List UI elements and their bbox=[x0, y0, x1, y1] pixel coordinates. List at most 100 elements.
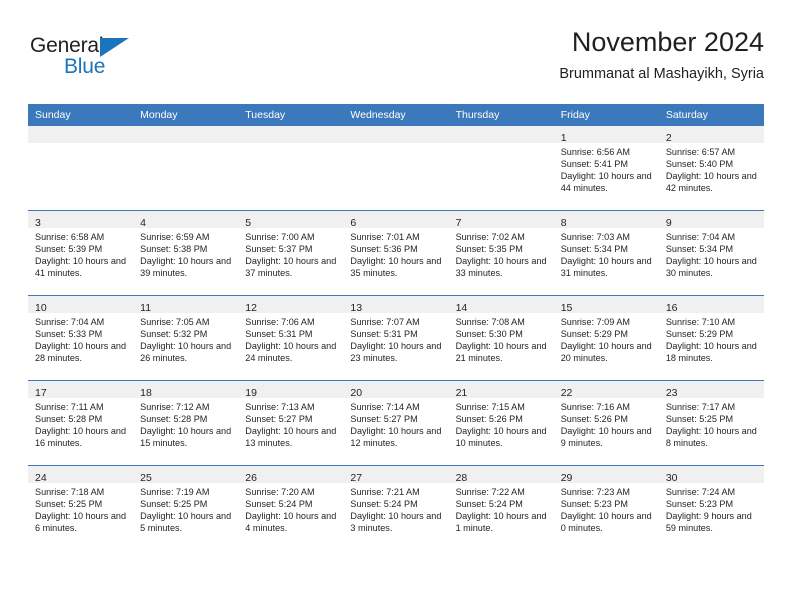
sunrise-text: Sunrise: 7:05 AM bbox=[140, 317, 210, 327]
day-details: Sunrise: 7:04 AM Sunset: 5:33 PM Daylight:… bbox=[28, 313, 133, 364]
day-number-band: 8 bbox=[553, 211, 659, 229]
calendar-day-cell[interactable]: 27 Sunrise: 7:21 AM Sunset: 5:24 PM Dayligh… bbox=[343, 465, 449, 550]
sunset-text: Sunset: 5:25 PM bbox=[665, 414, 734, 425]
day-details: Sunrise: 7:10 AM Sunset: 5:29 PM Daylight:… bbox=[659, 313, 764, 364]
daylight-text: Daylight: 10 hours and 31 minutes. bbox=[560, 256, 652, 279]
calendar-day-cell[interactable]: 1 Sunrise: 6:56 AM Sunset: 5:41 PM Daylight… bbox=[553, 126, 659, 211]
day-number-band: 24 bbox=[28, 466, 134, 484]
calendar-day-cell[interactable]: 12 Sunrise: 7:06 AM Sunset: 5:31 PM Dayligh… bbox=[238, 295, 344, 381]
calendar-day-cell[interactable]: 28 Sunrise: 7:22 AM Sunset: 5:24 PM Dayligh… bbox=[448, 465, 554, 550]
day-details: Sunrise: 7:07 AM Sunset: 5:31 PM Daylight:… bbox=[343, 313, 448, 364]
daylight-text: Daylight: 10 hours and 21 minutes. bbox=[455, 341, 547, 364]
day-number-band: 28 bbox=[448, 466, 554, 484]
calendar-week-row: 3 Sunrise: 6:58 AM Sunset: 5:39 PM Daylight… bbox=[28, 210, 764, 296]
day-number: 30 bbox=[665, 472, 678, 484]
daylight-text: Daylight: 10 hours and 44 minutes. bbox=[560, 171, 652, 194]
day-number-band: 26 bbox=[238, 466, 344, 484]
day-number-band: 13 bbox=[343, 296, 449, 314]
day-details: Sunrise: 7:03 AM Sunset: 5:34 PM Daylight:… bbox=[554, 228, 659, 279]
day-number-band bbox=[238, 126, 344, 143]
calendar-day-cell[interactable]: 6 Sunrise: 7:01 AM Sunset: 5:36 PM Daylight… bbox=[343, 210, 449, 296]
day-details: Sunrise: 7:17 AM Sunset: 5:25 PM Daylight:… bbox=[659, 398, 764, 449]
sunrise-text: Sunrise: 7:11 AM bbox=[35, 402, 104, 412]
calendar-day-cell[interactable]: 25 Sunrise: 7:19 AM Sunset: 5:25 PM Dayligh… bbox=[133, 465, 239, 550]
calendar-day-cell[interactable]: 26 Sunrise: 7:20 AM Sunset: 5:24 PM Dayligh… bbox=[238, 465, 344, 550]
weekday-header-saturday: Saturday bbox=[658, 104, 764, 126]
day-number: 25 bbox=[140, 472, 152, 484]
calendar-day-cell[interactable]: 20 Sunrise: 7:14 AM Sunset: 5:27 PM Dayligh… bbox=[343, 380, 449, 466]
calendar-day-cell[interactable]: 2 Sunrise: 6:57 AM Sunset: 5:40 PM Daylight… bbox=[658, 126, 764, 211]
sunrise-text: Sunrise: 7:24 AM bbox=[665, 487, 736, 497]
day-number: 23 bbox=[665, 387, 678, 399]
sunset-text: Sunset: 5:24 PM bbox=[350, 499, 418, 510]
weekday-header-monday: Monday bbox=[133, 104, 239, 126]
calendar-day-cell[interactable]: 29 Sunrise: 7:23 AM Sunset: 5:23 PM Dayligh… bbox=[553, 465, 659, 550]
day-details: Sunrise: 7:08 AM Sunset: 5:30 PM Daylight:… bbox=[449, 313, 554, 364]
sunrise-text: Sunrise: 7:00 AM bbox=[245, 232, 315, 242]
day-number: 21 bbox=[455, 387, 468, 399]
day-number-band bbox=[28, 126, 134, 143]
sunrise-text: Sunrise: 6:57 AM bbox=[665, 147, 736, 157]
general-blue-logo[interactable]: General Blue bbox=[30, 34, 180, 84]
calendar-day-cell[interactable]: 24 Sunrise: 7:18 AM Sunset: 5:25 PM Dayligh… bbox=[28, 465, 134, 550]
calendar-day-cell[interactable]: 22 Sunrise: 7:16 AM Sunset: 5:26 PM Dayligh… bbox=[553, 380, 659, 466]
calendar-day-cell-empty bbox=[448, 126, 554, 211]
calendar-day-cell[interactable]: 13 Sunrise: 7:07 AM Sunset: 5:31 PM Dayligh… bbox=[343, 295, 449, 381]
day-number: 17 bbox=[35, 387, 47, 399]
day-number: 6 bbox=[350, 217, 357, 229]
day-details: Sunrise: 7:24 AM Sunset: 5:23 PM Daylight:… bbox=[659, 483, 764, 534]
calendar-day-cell[interactable]: 16 Sunrise: 7:10 AM Sunset: 5:29 PM Dayligh… bbox=[658, 295, 764, 381]
day-number-band: 9 bbox=[658, 211, 764, 229]
calendar-body: 1 Sunrise: 6:56 AM Sunset: 5:41 PM Daylight… bbox=[28, 126, 764, 550]
day-number: 5 bbox=[245, 217, 252, 229]
sunrise-text: Sunrise: 7:13 AM bbox=[245, 402, 315, 412]
day-details: Sunrise: 7:01 AM Sunset: 5:36 PM Daylight:… bbox=[343, 228, 448, 279]
calendar-week-row: 1 Sunrise: 6:56 AM Sunset: 5:41 PM Daylight… bbox=[28, 126, 764, 211]
sunrise-text: Sunrise: 6:56 AM bbox=[560, 147, 630, 157]
day-details: Sunrise: 7:21 AM Sunset: 5:24 PM Daylight:… bbox=[343, 483, 448, 534]
calendar-day-cell[interactable]: 4 Sunrise: 6:59 AM Sunset: 5:38 PM Daylight… bbox=[133, 210, 239, 296]
sunrise-text: Sunrise: 7:15 AM bbox=[455, 402, 525, 412]
calendar-day-cell[interactable]: 19 Sunrise: 7:13 AM Sunset: 5:27 PM Dayligh… bbox=[238, 380, 344, 466]
calendar-day-cell[interactable]: 7 Sunrise: 7:02 AM Sunset: 5:35 PM Daylight… bbox=[448, 210, 554, 296]
calendar-day-cell[interactable]: 5 Sunrise: 7:00 AM Sunset: 5:37 PM Daylight… bbox=[238, 210, 344, 296]
day-number-band: 25 bbox=[133, 466, 239, 484]
day-number-band: 29 bbox=[553, 466, 659, 484]
calendar-day-cell[interactable]: 18 Sunrise: 7:12 AM Sunset: 5:28 PM Dayligh… bbox=[133, 380, 239, 466]
calendar-day-cell[interactable]: 30 Sunrise: 7:24 AM Sunset: 5:23 PM Dayligh… bbox=[658, 465, 764, 550]
sunset-text: Sunset: 5:29 PM bbox=[560, 329, 628, 340]
calendar-week-row: 24 Sunrise: 7:18 AM Sunset: 5:25 PM Dayligh… bbox=[28, 465, 764, 550]
sunrise-text: Sunrise: 7:22 AM bbox=[455, 487, 525, 497]
sunset-text: Sunset: 5:36 PM bbox=[350, 244, 418, 255]
daylight-text: Daylight: 10 hours and 16 minutes. bbox=[35, 426, 126, 449]
day-number: 9 bbox=[665, 217, 672, 229]
calendar-day-cell-empty bbox=[343, 126, 449, 211]
weekday-header-row: Sunday Monday Tuesday Wednesday Thursday… bbox=[28, 104, 764, 126]
sunrise-text: Sunrise: 7:04 AM bbox=[35, 317, 105, 327]
day-number-band: 22 bbox=[553, 381, 659, 399]
day-details: Sunrise: 6:58 AM Sunset: 5:39 PM Daylight:… bbox=[28, 228, 133, 279]
day-details: Sunrise: 7:09 AM Sunset: 5:29 PM Daylight:… bbox=[554, 313, 659, 364]
calendar-day-cell[interactable]: 14 Sunrise: 7:08 AM Sunset: 5:30 PM Dayligh… bbox=[448, 295, 554, 381]
sunset-text: Sunset: 5:27 PM bbox=[245, 414, 313, 425]
calendar-day-cell[interactable]: 8 Sunrise: 7:03 AM Sunset: 5:34 PM Daylight… bbox=[553, 210, 659, 296]
daylight-text: Daylight: 10 hours and 23 minutes. bbox=[350, 341, 442, 364]
calendar-day-cell-empty bbox=[133, 126, 239, 211]
sunset-text: Sunset: 5:37 PM bbox=[245, 244, 313, 255]
day-number-band bbox=[343, 126, 449, 143]
calendar-day-cell[interactable]: 23 Sunrise: 7:17 AM Sunset: 5:25 PM Dayligh… bbox=[658, 380, 764, 466]
day-details: Sunrise: 7:16 AM Sunset: 5:26 PM Daylight:… bbox=[554, 398, 659, 449]
calendar-day-cell[interactable]: 21 Sunrise: 7:15 AM Sunset: 5:26 PM Dayligh… bbox=[448, 380, 554, 466]
calendar-day-cell-empty bbox=[238, 126, 344, 211]
calendar-day-cell[interactable]: 10 Sunrise: 7:04 AM Sunset: 5:33 PM Dayligh… bbox=[28, 295, 134, 381]
sunset-text: Sunset: 5:26 PM bbox=[560, 414, 628, 425]
calendar-day-cell[interactable]: 17 Sunrise: 7:11 AM Sunset: 5:28 PM Dayligh… bbox=[28, 380, 134, 466]
day-number: 2 bbox=[665, 132, 672, 144]
calendar-day-cell[interactable]: 11 Sunrise: 7:05 AM Sunset: 5:32 PM Dayligh… bbox=[133, 295, 239, 381]
calendar-day-cell[interactable]: 9 Sunrise: 7:04 AM Sunset: 5:34 PM Daylight… bbox=[658, 210, 764, 296]
daylight-text: Daylight: 10 hours and 4 minutes. bbox=[245, 511, 337, 534]
day-number-band: 10 bbox=[28, 296, 134, 314]
day-details: Sunrise: 7:00 AM Sunset: 5:37 PM Daylight:… bbox=[238, 228, 343, 279]
calendar-day-cell[interactable]: 15 Sunrise: 7:09 AM Sunset: 5:29 PM Dayligh… bbox=[553, 295, 659, 381]
calendar-day-cell[interactable]: 3 Sunrise: 6:58 AM Sunset: 5:39 PM Daylight… bbox=[28, 210, 134, 296]
